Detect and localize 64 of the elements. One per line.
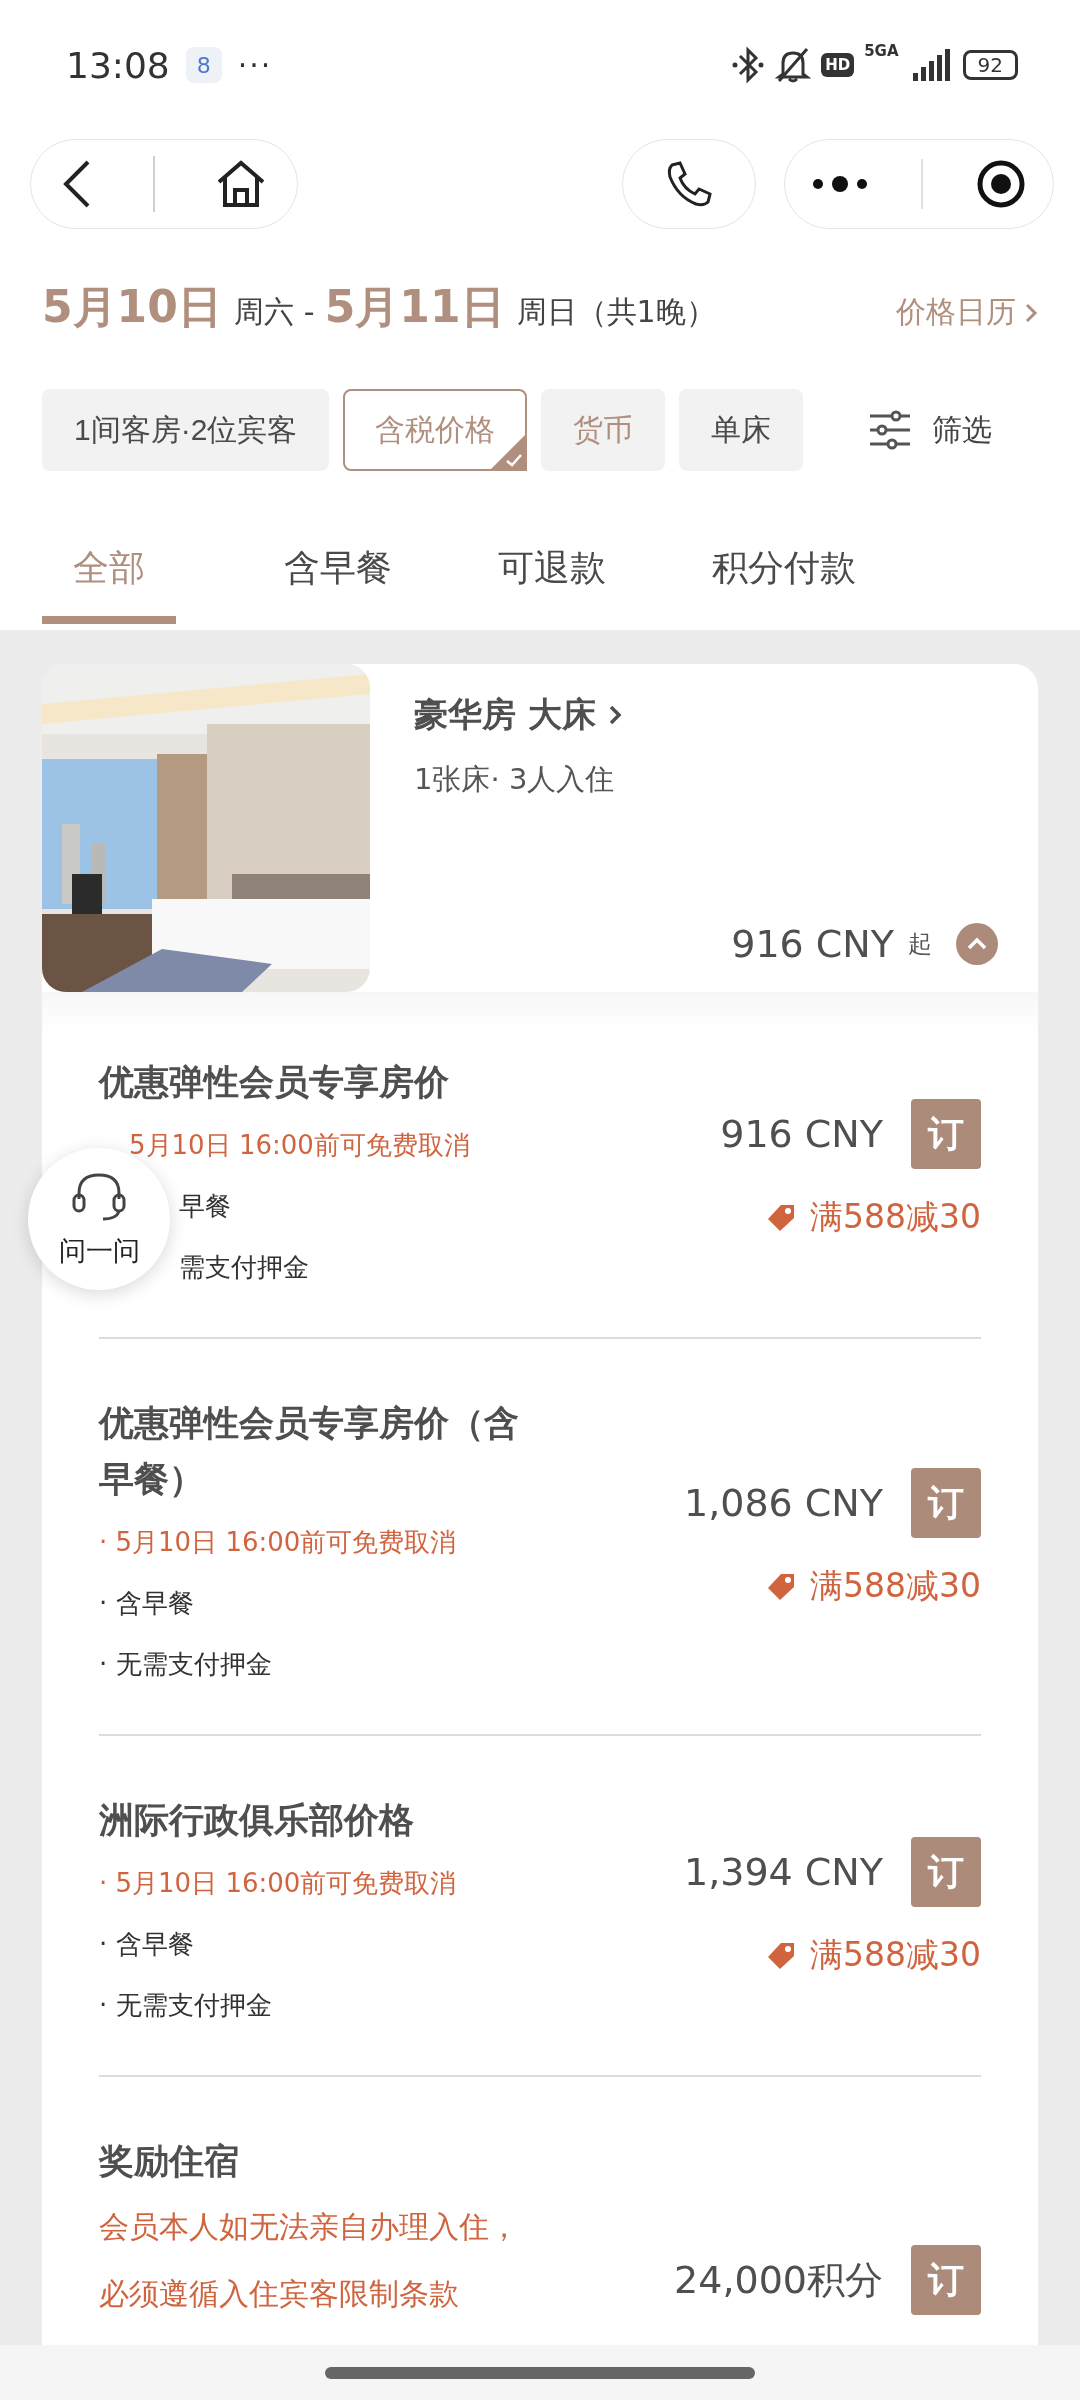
rate-feature: · 无需支付押金 [99,1989,272,2022]
tag-icon [766,1571,796,1602]
room-details: 1张床· 3人入住 [414,761,616,798]
room-title[interactable]: 豪华房 大床 [414,692,998,738]
tab[interactable]: 可退款 [470,520,634,624]
notice-text: 必须遵循入住宾客限制条款 [99,2275,459,2313]
discount-label: 满588减30 [766,1195,981,1240]
discount-label: 满588减30 [766,1564,981,1609]
filter-button[interactable]: 筛选 [862,408,998,452]
rate-feature: · 无需支付押金 [99,1648,272,1681]
chevron-right-icon [607,704,622,726]
check-in-date[interactable]: 5月10日 [42,278,222,337]
book-button[interactable]: 订 [911,1468,981,1538]
price-suffix: 起 [908,929,932,960]
network-label: 5GA [864,42,899,60]
room-price: 916 CNY [731,922,894,966]
price-calendar-link[interactable]: 价格日历 [896,292,1038,333]
tab[interactable]: 积分付款 [684,520,884,624]
rate-feature: 早餐 [179,1190,231,1223]
chevron-up-icon [966,937,988,951]
bluetooth-icon [731,46,766,84]
check-in-weekday: 周六 [233,293,294,331]
book-button[interactable]: 订 [911,2245,981,2315]
rate-feature: · 含早餐 [99,1587,194,1620]
battery-level: 92 [962,50,1018,80]
rate-name: 优惠弹性会员专享房价 [99,1061,450,1104]
check-out-date[interactable]: 5月11日 [324,278,505,337]
tag-icon [766,1940,796,1971]
filter-chip[interactable]: 单床 [679,389,804,471]
rate-name: 优惠弹性会员专享房价（含早餐） [99,1402,520,1501]
back-button[interactable] [61,159,92,209]
notice-text: 会员本人如无法亲自办理入住， [99,2208,519,2246]
rate-price: 1,086 CNY [683,1481,883,1525]
book-button[interactable]: 订 [911,1099,981,1169]
filter-chip[interactable]: 1间客房·2位宾客 [42,389,330,471]
mute-icon [775,46,812,84]
home-indicator[interactable] [325,2366,755,2379]
notification-icon: 8 [185,47,222,83]
rate-price: 916 CNY [720,1112,883,1156]
home-button[interactable] [216,160,267,208]
rate-feature: · 含早餐 [99,1928,194,1961]
tag-icon [766,1202,796,1233]
date-separator: - [303,294,315,329]
more-button[interactable] [811,174,868,194]
chevron-right-icon [1024,301,1038,324]
cancellation-policy: · 5月10日 16:00前可免费取消 [99,1526,457,1559]
clock: 13:08 [66,44,170,86]
check-out-weekday: 周日（共1晚） [516,293,716,331]
filter-chip[interactable]: 含税价格 [343,389,528,471]
hd-badge: HD [821,53,855,77]
rate-name: 洲际行政俱乐部价格 [99,1799,415,1842]
filter-chip[interactable]: 货币 [541,389,666,471]
collapse-button[interactable] [956,923,998,965]
close-button[interactable] [976,159,1027,209]
more-notifications: ··· [237,47,273,83]
cancellation-policy: · 5月10日 16:00前可免费取消 [99,1867,457,1900]
discount-label: 满588减30 [766,1933,981,1978]
book-button[interactable]: 订 [911,1837,981,1907]
rate-name: 奖励住宿 [99,2140,240,2183]
rate-feature: 需支付押金 [179,1251,309,1284]
tab[interactable]: 含早餐 [256,520,420,624]
rate-price: 24,000积分 [674,2256,883,2304]
sliders-icon [868,410,912,450]
rate-price: 1,394 CNY [683,1850,883,1894]
